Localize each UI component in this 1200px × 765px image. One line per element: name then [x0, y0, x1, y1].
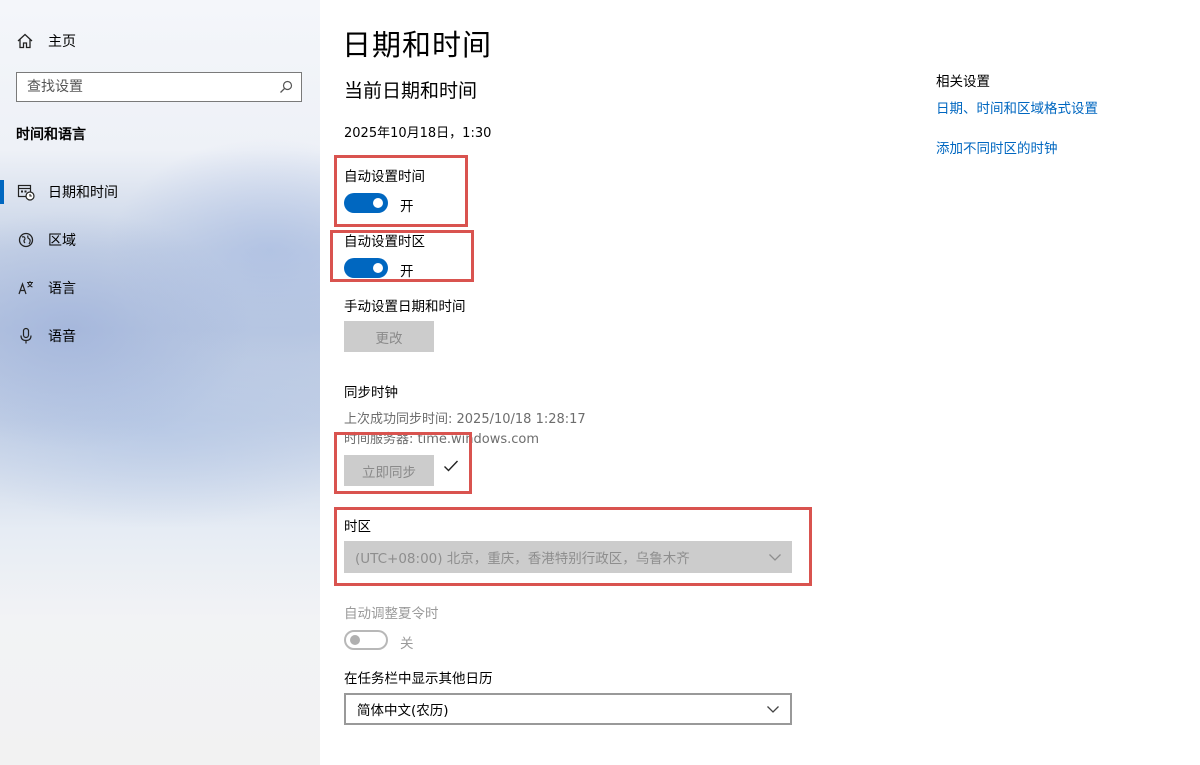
section-title: 时间和语言: [16, 127, 86, 143]
current-datetime: 2025年10月18日，1:30: [344, 126, 492, 141]
dst-state: 关: [400, 636, 414, 652]
calendar-value: 简体中文(农历): [357, 703, 449, 719]
sidebar-item-label: 日期和时间: [48, 185, 118, 201]
calendar-label: 在任务栏中显示其他日历: [344, 671, 493, 687]
language-icon: [18, 281, 33, 295]
dst-toggle[interactable]: [344, 630, 388, 650]
dst-label: 自动调整夏令时: [344, 606, 439, 622]
calendar-dropdown[interactable]: 简体中文(农历): [344, 693, 792, 725]
manual-datetime-label: 手动设置日期和时间: [344, 299, 466, 315]
sidebar-item-speech[interactable]: 语音: [0, 318, 320, 354]
home-icon: [17, 33, 33, 49]
link-region-format-settings[interactable]: 日期、时间和区域格式设置: [936, 97, 1098, 117]
change-button[interactable]: 更改: [344, 321, 434, 352]
search-input[interactable]: [17, 73, 277, 101]
active-indicator: [0, 180, 4, 204]
related-settings-title: 相关设置: [936, 74, 990, 90]
sidebar-item-label: 语音: [48, 329, 76, 345]
calendar-clock-icon: [17, 184, 35, 201]
toggle-knob: [350, 635, 360, 645]
search-icon[interactable]: [279, 80, 293, 94]
sidebar-item-region[interactable]: 区域: [0, 222, 320, 258]
sidebar: 主页 时间和语言 日期和时间 区域 语言: [0, 0, 320, 765]
globe-icon: [18, 232, 34, 248]
last-sync-text: 上次成功同步时间: 2025/10/18 1:28:17: [344, 412, 586, 427]
annotation-box-auto-time: [334, 155, 468, 227]
sidebar-item-datetime[interactable]: 日期和时间: [0, 174, 320, 210]
link-add-clocks[interactable]: 添加不同时区的时钟: [936, 137, 1058, 157]
page-title: 日期和时间: [342, 28, 493, 62]
annotation-box-sync: [334, 432, 472, 494]
sidebar-item-label: 语言: [48, 281, 76, 297]
search-box[interactable]: [16, 72, 302, 102]
sync-clock-label: 同步时钟: [344, 385, 398, 401]
sidebar-item-language[interactable]: 语言: [0, 270, 320, 306]
annotation-box-timezone: [334, 507, 812, 586]
home-nav-item[interactable]: 主页: [16, 30, 76, 52]
annotation-box-auto-timezone: [330, 230, 474, 282]
chevron-down-icon: [767, 706, 779, 713]
section-subtitle: 当前日期和时间: [344, 80, 478, 102]
sidebar-item-label: 区域: [48, 233, 76, 249]
home-label: 主页: [48, 34, 76, 50]
microphone-icon: [20, 327, 32, 344]
